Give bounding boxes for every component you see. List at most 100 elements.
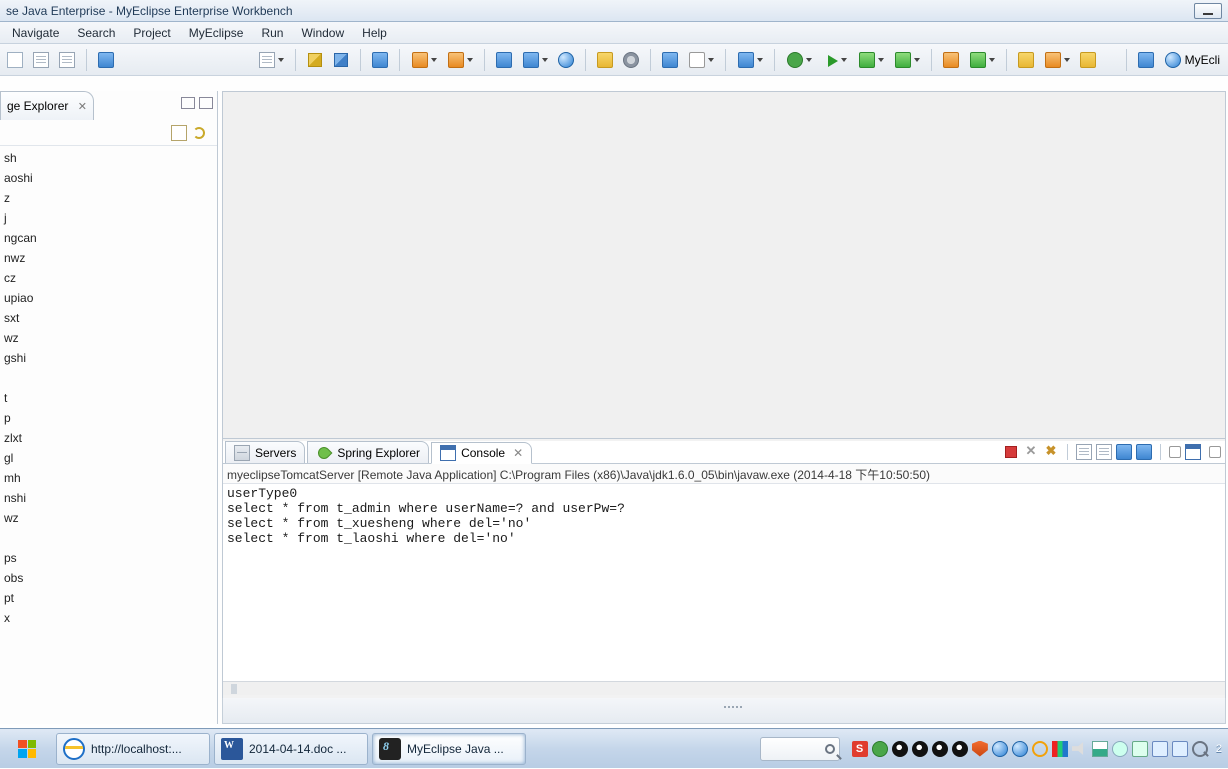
package-explorer-item[interactable]: gl [4,448,213,468]
menu-myeclipse[interactable]: MyEclipse [181,24,252,42]
package-explorer-item[interactable]: j [4,208,213,228]
display2-icon[interactable] [1172,741,1188,757]
tray-green-icon[interactable] [872,741,888,757]
pin-console-icon[interactable] [1116,444,1132,460]
open-perspective-icon[interactable] [1135,49,1157,71]
battery-icon[interactable] [1132,741,1148,757]
link-editor-icon[interactable] [193,127,205,139]
package-box2-icon[interactable] [330,49,352,71]
package-explorer-item[interactable]: upiao [4,288,213,308]
package-explorer-item[interactable]: cz [4,268,213,288]
sogou-icon[interactable] [852,741,868,757]
wand2-icon[interactable] [444,49,476,71]
tray-app1-icon[interactable] [992,741,1008,757]
maximize-view-icon[interactable] [199,97,213,109]
grid-icon[interactable] [940,49,962,71]
calendar-icon[interactable] [369,49,391,71]
tray-app2-icon[interactable] [1012,741,1028,757]
package-explorer-item[interactable] [4,368,213,388]
close-icon[interactable]: ✕ [513,446,523,460]
deploy1-icon[interactable] [493,49,515,71]
taskbar-search[interactable] [760,737,840,761]
package-explorer-item[interactable]: pt [4,588,213,608]
remove-all-icon[interactable]: ✖ [1043,444,1059,460]
clear-console-icon[interactable] [1076,444,1092,460]
menu-window[interactable]: Window [293,24,352,42]
menu-navigate[interactable]: Navigate [4,24,67,42]
display-selected-icon[interactable] [1136,444,1152,460]
new-console-icon[interactable] [1185,444,1201,460]
package-explorer-item[interactable] [4,528,213,548]
collapse-all-icon[interactable] [171,125,187,141]
terminate-icon[interactable] [1005,446,1017,458]
browser-icon[interactable] [555,49,577,71]
package-explorer-tree[interactable]: shaoshizjngcannwzczupiaosxtwzgshitpzlxtg… [0,146,217,724]
deploy2-icon[interactable] [519,49,551,71]
console-hscrollbar[interactable] [223,681,1225,695]
db-icon[interactable] [659,49,681,71]
volume-icon[interactable] [1072,741,1088,757]
package-explorer-item[interactable]: nwz [4,248,213,268]
remove-launch-icon[interactable]: ✕ [1023,444,1039,460]
package-explorer-item[interactable]: p [4,408,213,428]
debug-icon[interactable] [783,49,815,71]
gear-folder-icon[interactable] [620,49,642,71]
update-icon[interactable] [1032,741,1048,757]
start-button[interactable] [0,729,54,769]
package-explorer-item[interactable]: wz [4,508,213,528]
package-explorer-item[interactable]: sxt [4,308,213,328]
qq-icon[interactable] [892,741,908,757]
package-box-icon[interactable] [304,49,326,71]
package-explorer-item[interactable]: ngcan [4,228,213,248]
run-ext1-icon[interactable] [855,49,887,71]
folder-open-icon[interactable] [594,49,616,71]
open-folder2-icon[interactable] [1077,49,1099,71]
perspective-myeclipse[interactable]: MyEcli [1161,52,1224,68]
db-link-icon[interactable] [685,49,717,71]
package-explorer-item[interactable]: aoshi [4,168,213,188]
close-icon[interactable]: ✕ [78,100,87,113]
minimize-button[interactable] [1194,3,1222,19]
console-output[interactable]: userType0 select * from t_admin where us… [223,484,1225,681]
tab-servers[interactable]: Servers [225,441,305,463]
package-explorer-item[interactable]: zlxt [4,428,213,448]
taskbar-item-ie[interactable]: http://localhost:... [56,733,210,765]
open-folder-icon[interactable] [1015,49,1037,71]
package-explorer-tab[interactable]: ge Explorer ✕ [0,91,94,120]
taskbar-item-word[interactable]: 2014-04-14.doc ... [214,733,368,765]
menu-project[interactable]: Project [125,24,178,42]
run-ext2-icon[interactable] [891,49,923,71]
sash-handle-icon[interactable] [724,706,748,712]
package-explorer-item[interactable]: x [4,608,213,628]
package-explorer-item[interactable]: obs [4,568,213,588]
security-icon[interactable] [972,741,988,757]
pencil-icon[interactable] [1041,49,1073,71]
qq4-icon[interactable] [952,741,968,757]
image-icon[interactable] [734,49,766,71]
min-view-icon[interactable] [1209,446,1221,458]
package-explorer-item[interactable]: ps [4,548,213,568]
display-icon[interactable] [1152,741,1168,757]
binary-icon[interactable] [95,49,117,71]
minimize-view-icon[interactable] [181,97,195,109]
tab-spring-explorer[interactable]: Spring Explorer [307,441,429,463]
scroll-lock-icon[interactable] [1096,444,1112,460]
package-explorer-item[interactable]: gshi [4,348,213,368]
print-icon[interactable] [56,49,78,71]
package-explorer-item[interactable]: t [4,388,213,408]
menu-run[interactable]: Run [253,24,291,42]
package-explorer-item[interactable]: z [4,188,213,208]
taskbar-item-myeclipse[interactable]: MyEclipse Java ... [372,733,526,765]
package-explorer-item[interactable]: nshi [4,488,213,508]
taskbar-clock[interactable]: 2 [1212,743,1222,755]
network-icon[interactable] [1092,741,1108,757]
refresh-grid-icon[interactable] [966,49,998,71]
package-explorer-item[interactable]: wz [4,328,213,348]
save-icon[interactable] [30,49,52,71]
run-icon[interactable] [819,49,851,71]
open-console-icon[interactable] [1169,446,1181,458]
magnifier-icon[interactable] [1192,741,1208,757]
package-explorer-item[interactable]: sh [4,148,213,168]
menu-search[interactable]: Search [69,24,123,42]
menu-help[interactable]: Help [354,24,395,42]
